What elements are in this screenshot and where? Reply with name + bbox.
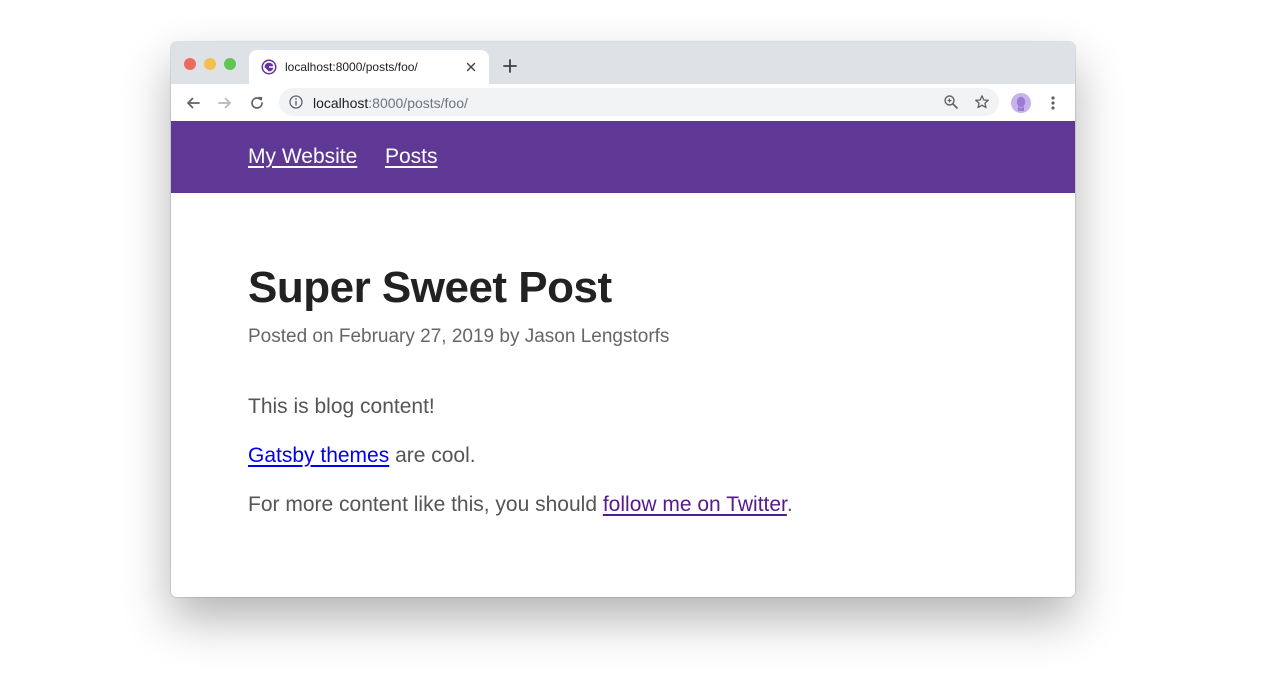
minimize-window-button[interactable] <box>204 58 216 70</box>
close-window-button[interactable] <box>184 58 196 70</box>
post-title: Super Sweet Post <box>248 263 612 312</box>
reload-icon[interactable] <box>248 94 266 112</box>
twitter-link[interactable]: follow me on Twitter <box>603 493 787 516</box>
back-arrow-icon[interactable] <box>184 94 202 112</box>
browser-tab[interactable]: localhost:8000/posts/foo/ <box>249 50 489 84</box>
post-meta: Posted on February 27, 2019 by Jason Len… <box>248 326 670 347</box>
close-icon[interactable] <box>463 59 479 75</box>
page-viewport: My Website Posts Super Sweet Post Posted… <box>171 121 1075 597</box>
address-bar[interactable]: localhost:8000/posts/foo/ <box>279 88 999 116</box>
tab-strip: localhost:8000/posts/foo/ <box>171 42 1075 84</box>
info-icon[interactable] <box>289 95 303 109</box>
browser-window: localhost:8000/posts/foo/ localhost:8000… <box>171 42 1075 597</box>
paragraph-text: For more content like this, you should <box>248 493 603 516</box>
paragraph: Gatsby themes are cool. <box>248 444 476 468</box>
url-text[interactable]: localhost:8000/posts/foo/ <box>313 95 468 111</box>
gatsby-themes-link[interactable]: Gatsby themes <box>248 444 389 467</box>
maximize-window-button[interactable] <box>224 58 236 70</box>
paragraph-text: are cool. <box>389 444 476 467</box>
forward-arrow-icon[interactable] <box>216 94 234 112</box>
zoom-icon[interactable] <box>943 94 959 110</box>
profile-icon <box>1016 96 1026 111</box>
avatar[interactable] <box>1011 93 1031 113</box>
url-host: localhost <box>313 95 369 111</box>
nav-link-home[interactable]: My Website <box>248 145 357 169</box>
paragraph: This is blog content! <box>248 395 435 418</box>
gatsby-icon <box>261 59 277 75</box>
site-header: My Website Posts <box>171 121 1075 193</box>
url-path: :8000/posts/foo/ <box>368 95 468 111</box>
tab-title: localhost:8000/posts/foo/ <box>285 60 418 74</box>
more-vertical-icon[interactable] <box>1045 94 1061 112</box>
nav-link-posts[interactable]: Posts <box>385 145 438 169</box>
browser-toolbar: localhost:8000/posts/foo/ <box>171 84 1075 122</box>
bookmark-star-icon[interactable] <box>974 94 990 110</box>
paragraph-text: . <box>786 493 793 516</box>
paragraph: For more content like this, you should f… <box>248 493 793 517</box>
new-tab-icon[interactable] <box>501 57 519 75</box>
